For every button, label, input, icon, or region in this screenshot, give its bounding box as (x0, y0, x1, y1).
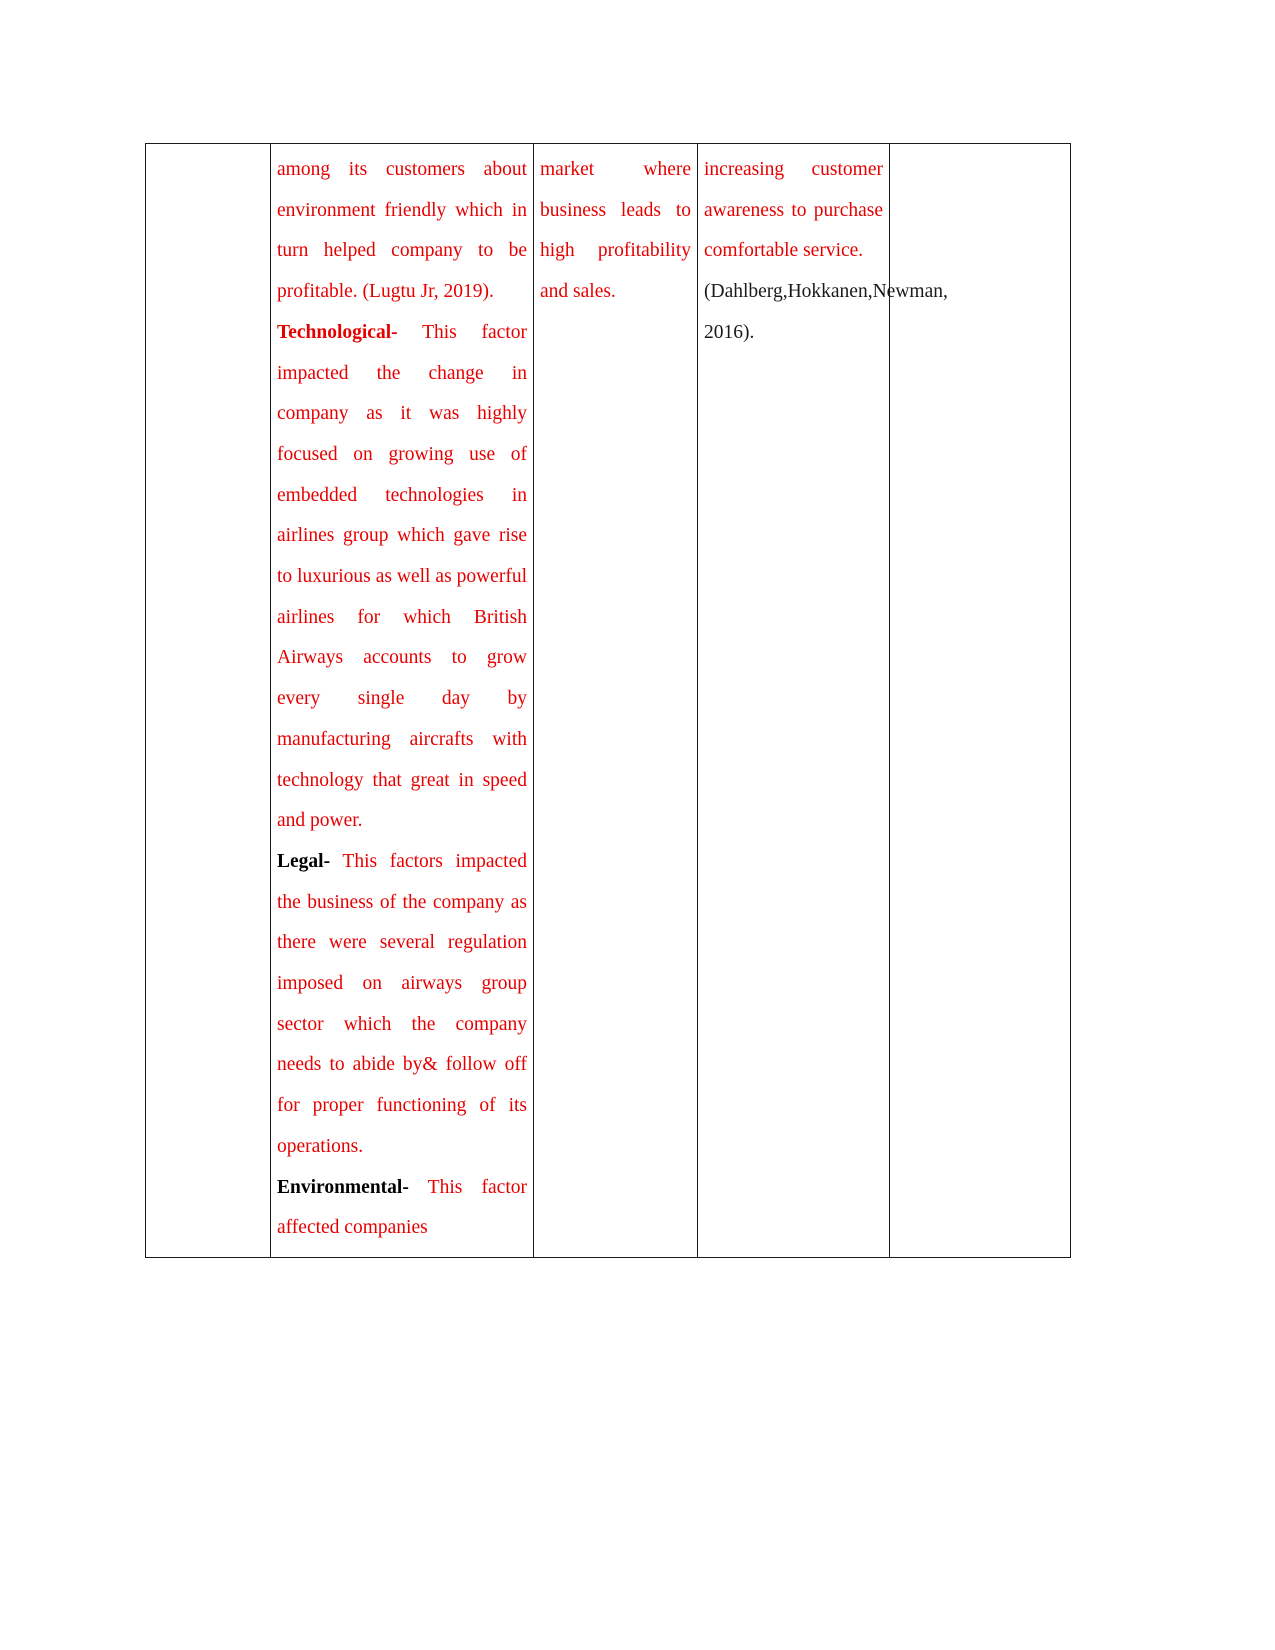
heading-technological: Technological- (277, 321, 398, 343)
paragraph-body-market-impact: market where business leads to high prof… (540, 159, 691, 303)
cell-content-column-3: market where business leads to high prof… (540, 150, 691, 313)
table-cell-column-5 (889, 143, 1071, 1258)
paragraph-technological: Technological- This factor impacted the … (277, 313, 527, 842)
paragraph-body-text: among its customers about environment fr… (277, 159, 527, 303)
paragraph-body-customer-awareness: increasing customer awareness to purchas… (704, 159, 883, 262)
table-cell-column-2: among its customers about environment fr… (270, 143, 534, 1258)
heading-legal: Legal- (277, 850, 331, 872)
paragraph-legal: Legal- This factors impacted the busines… (277, 842, 527, 1168)
cell-content-column-2: among its customers about environment fr… (277, 150, 527, 1249)
paragraph-customer-awareness: increasing customer awareness to purchas… (704, 150, 883, 272)
cell-content-column-4: increasing customer awareness to purchas… (704, 150, 948, 354)
paragraph-environmental: Environmental- This factor affected comp… (277, 1168, 527, 1249)
paragraph-market-impact: market where business leads to high prof… (540, 150, 691, 313)
paragraph-citation: (Dahlberg,Hokkanen,Newman, 2016). (704, 272, 948, 353)
paragraph-body-technological: This factor impacted the change in compa… (277, 321, 527, 832)
paragraph-continuation: among its customers about environment fr… (277, 150, 527, 313)
paragraph-body-legal: This factors impacted the business of th… (277, 850, 527, 1157)
table-cell-column-1 (145, 143, 271, 1258)
table-cell-column-3: market where business leads to high prof… (533, 143, 698, 1258)
pestle-analysis-table: among its customers about environment fr… (145, 143, 1071, 1258)
table-row: among its customers about environment fr… (145, 143, 1071, 1258)
heading-environmental: Environmental- (277, 1176, 409, 1198)
table-cell-column-4: increasing customer awareness to purchas… (697, 143, 948, 1258)
document-page: among its customers about environment fr… (0, 0, 1275, 1650)
